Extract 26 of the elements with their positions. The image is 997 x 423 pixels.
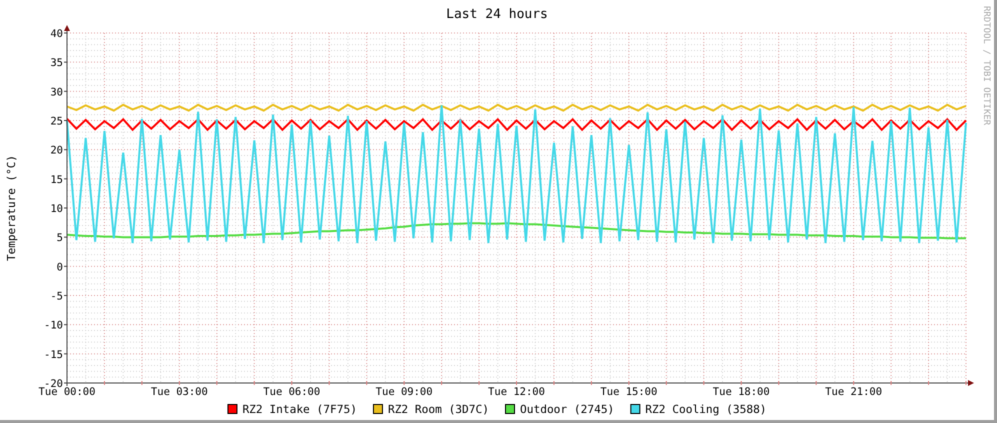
- y-tick-label: 40: [50, 28, 63, 40]
- y-tick-label: 20: [50, 144, 63, 157]
- y-tick-label: -15: [44, 348, 63, 361]
- y-tick-label: -5: [50, 290, 63, 302]
- y-tick-label: 35: [50, 57, 63, 70]
- x-tick-label: Tue 15:00: [600, 386, 658, 398]
- y-axis-label: Temperature (°C): [5, 155, 18, 261]
- chart-title: Last 24 hours: [446, 7, 548, 22]
- x-tick-label: Tue 06:00: [263, 386, 320, 398]
- legend-label: Outdoor (2745): [520, 403, 614, 416]
- y-tick-label: 0: [56, 261, 63, 274]
- credit-text: RRDTOOL / TOBI OETIKER: [981, 6, 991, 126]
- y-tick-label: 30: [50, 86, 63, 98]
- y-tick-label: 15: [50, 174, 63, 186]
- x-tick-label: Tue 21:00: [825, 386, 882, 398]
- y-tick-label: -10: [44, 320, 63, 332]
- legend-label: RZ2 Room (3D7C): [388, 403, 489, 416]
- y-tick-label: 25: [50, 116, 63, 128]
- legend-label: RZ2 Cooling (3588): [645, 403, 767, 416]
- y-tick-label: 5: [56, 232, 63, 244]
- x-tick-label: Tue 09:00: [376, 386, 433, 398]
- x-tick-label: Tue 12:00: [488, 386, 545, 398]
- legend-label: RZ2 Intake (7F75): [242, 403, 357, 416]
- x-tick-label: Tue 18:00: [712, 386, 770, 398]
- y-tick-label: 10: [50, 203, 63, 215]
- x-tick-label: Tue 03:00: [150, 386, 208, 398]
